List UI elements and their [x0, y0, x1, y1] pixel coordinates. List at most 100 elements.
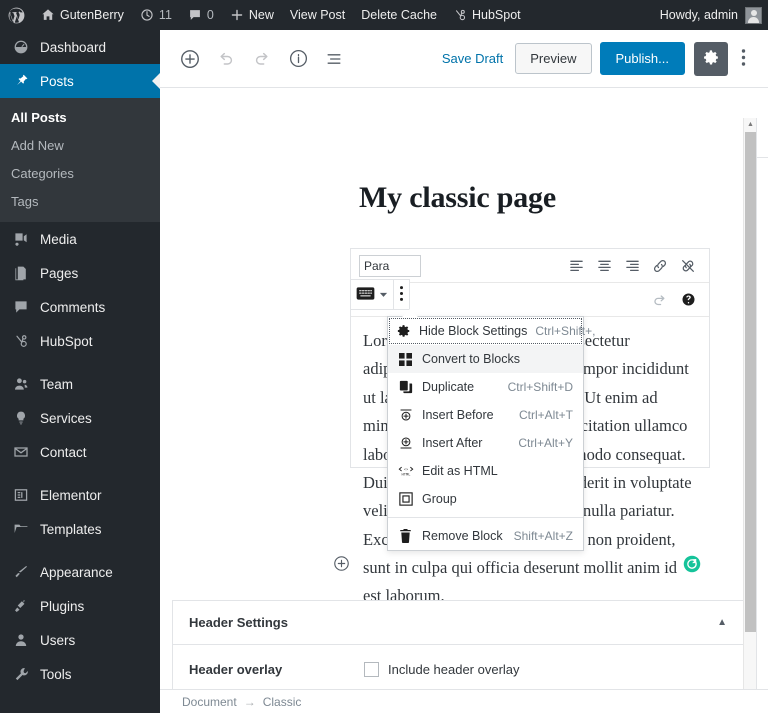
block-type-switcher-button[interactable] — [351, 280, 393, 309]
blocks-grid-icon — [397, 352, 414, 366]
checkbox-box[interactable] — [364, 661, 379, 677]
editor-scrollbar[interactable]: ▲ ▼ — [743, 118, 756, 713]
sidebar-item-elementor[interactable]: Elementor — [0, 478, 160, 512]
menu-item-duplicate[interactable]: Duplicate Ctrl+Shift+D — [388, 373, 583, 401]
block-navigation-button[interactable] — [316, 41, 352, 77]
classic-redo-button[interactable] — [647, 287, 673, 313]
content-structure-button[interactable] — [280, 41, 316, 77]
header-settings-title-row[interactable]: Header Settings ▲ — [173, 601, 743, 645]
admin-sidebar: Dashboard Posts All Posts Add New Catego… — [0, 30, 160, 713]
submenu-label: Categories — [11, 165, 74, 181]
menu-item-label: Remove Block — [422, 529, 503, 543]
scroll-up-button[interactable]: ▲ — [744, 118, 757, 131]
remove-link-button[interactable] — [675, 253, 701, 279]
block-options-menu: Hide Block Settings Ctrl+Shift+, Convert… — [387, 309, 595, 551]
menu-item-shortcut: Ctrl+Shift+D — [507, 380, 573, 394]
add-block-button[interactable] — [172, 41, 208, 77]
sidebar-item-comments[interactable]: Comments — [0, 290, 160, 324]
menu-item-hide-block-settings[interactable]: Hide Block Settings Ctrl+Shift+, — [388, 317, 595, 345]
updates-icon — [140, 8, 154, 22]
menu-item-edit-as-html[interactable]: <> HTML Edit as HTML — [388, 457, 583, 485]
publish-button[interactable]: Publish... — [599, 42, 685, 75]
menu-item-convert-to-blocks[interactable]: Convert to Blocks — [388, 345, 583, 373]
sidebar-item-users[interactable]: Users — [0, 623, 160, 657]
avatar[interactable] — [745, 6, 762, 24]
sidebar-item-add-new[interactable]: Add New — [0, 131, 160, 159]
hubspot-menu[interactable]: HubSpot — [445, 0, 529, 30]
plug-icon — [11, 598, 31, 614]
sidebar-separator — [0, 469, 160, 478]
sidebar-item-dashboard[interactable]: Dashboard — [0, 30, 160, 64]
sidebar-item-team[interactable]: Team — [0, 367, 160, 401]
menu-item-group[interactable]: Group — [388, 485, 583, 513]
delete-cache-link[interactable]: Delete Cache — [353, 0, 445, 30]
menu-item-remove-block[interactable]: Remove Block Shift+Alt+Z — [388, 522, 583, 550]
howdy-label[interactable]: Howdy, admin — [660, 8, 738, 22]
help-button[interactable] — [675, 287, 701, 313]
block-toolbar — [350, 279, 410, 310]
comments-count: 0 — [206, 8, 214, 22]
breadcrumb-root[interactable]: Document — [182, 695, 237, 709]
grammarly-icon[interactable] — [683, 555, 701, 576]
updates-menu[interactable]: 11 — [132, 0, 180, 30]
align-right-button[interactable] — [619, 253, 645, 279]
pin-icon — [11, 73, 31, 89]
sidebar-item-media[interactable]: Media — [0, 222, 160, 256]
elementor-icon — [11, 487, 31, 503]
wordpress-logo-menu[interactable] — [0, 0, 33, 30]
undo-button[interactable] — [208, 41, 244, 77]
chevron-down-icon — [379, 287, 388, 302]
insert-link-button[interactable] — [647, 253, 673, 279]
block-more-options-button[interactable] — [394, 280, 409, 309]
view-post-link[interactable]: View Post — [282, 0, 353, 30]
classic-editor-icon — [356, 286, 375, 304]
gear-icon — [703, 49, 720, 69]
post-title[interactable]: My classic page — [359, 181, 556, 215]
home-icon — [41, 8, 55, 22]
paragraph-format-select[interactable]: Para — [359, 254, 421, 277]
plus-icon — [230, 8, 244, 22]
sidebar-separator — [0, 358, 160, 367]
site-name-menu[interactable]: GutenBerry — [33, 0, 132, 30]
user-icon — [11, 632, 31, 648]
default-block-appender[interactable] — [333, 555, 350, 575]
sidebar-item-posts[interactable]: Posts — [0, 64, 160, 98]
header-overlay-row: Header overlay Include header overlay — [173, 645, 743, 693]
comment-bubble-icon — [188, 8, 202, 22]
sidebar-item-tools[interactable]: Tools — [0, 657, 160, 691]
scrollbar-thumb[interactable] — [745, 132, 756, 632]
new-content-menu[interactable]: New — [222, 0, 282, 30]
save-draft-button[interactable]: Save Draft — [430, 51, 515, 66]
tab-document[interactable]: Document — [757, 118, 768, 157]
comments-menu[interactable]: 0 — [180, 0, 222, 30]
preview-button[interactable]: Preview — [515, 43, 592, 74]
menu-item-label: Insert Before — [422, 408, 494, 422]
redo-button[interactable] — [244, 41, 280, 77]
sidebar-item-categories[interactable]: Categories — [0, 159, 160, 187]
sidebar-item-templates[interactable]: Templates — [0, 512, 160, 546]
editor-more-options-button[interactable] — [728, 42, 758, 76]
align-center-button[interactable] — [591, 253, 617, 279]
sidebar-item-appearance[interactable]: Appearance — [0, 555, 160, 589]
sidebar-item-plugins[interactable]: Plugins — [0, 589, 160, 623]
sidebar-item-services[interactable]: Services — [0, 401, 160, 435]
menu-item-insert-before[interactable]: Insert Before Ctrl+Alt+T — [388, 401, 583, 429]
sidebar-item-contact[interactable]: Contact — [0, 435, 160, 469]
wordpress-logo-icon — [7, 6, 26, 25]
hubspot-icon — [453, 8, 467, 22]
sidebar-item-pages[interactable]: Pages — [0, 256, 160, 290]
menu-item-label: Group — [422, 492, 457, 506]
sidebar-item-label: Media — [40, 231, 77, 247]
new-content-label: New — [248, 8, 274, 22]
copy-icon — [397, 380, 414, 394]
settings-gear-button[interactable] — [694, 41, 728, 76]
sidebar-item-hubspot[interactable]: HubSpot — [0, 324, 160, 358]
menu-item-insert-after[interactable]: Insert After Ctrl+Alt+Y — [388, 429, 583, 457]
submenu-label: Add New — [11, 137, 64, 153]
delete-cache-label: Delete Cache — [361, 8, 437, 22]
sidebar-item-all-posts[interactable]: All Posts — [0, 103, 160, 131]
align-left-button[interactable] — [563, 253, 589, 279]
breadcrumb-leaf[interactable]: Classic — [263, 695, 302, 709]
sidebar-item-tags[interactable]: Tags — [0, 187, 160, 215]
include-header-overlay-checkbox[interactable]: Include header overlay — [364, 661, 520, 677]
